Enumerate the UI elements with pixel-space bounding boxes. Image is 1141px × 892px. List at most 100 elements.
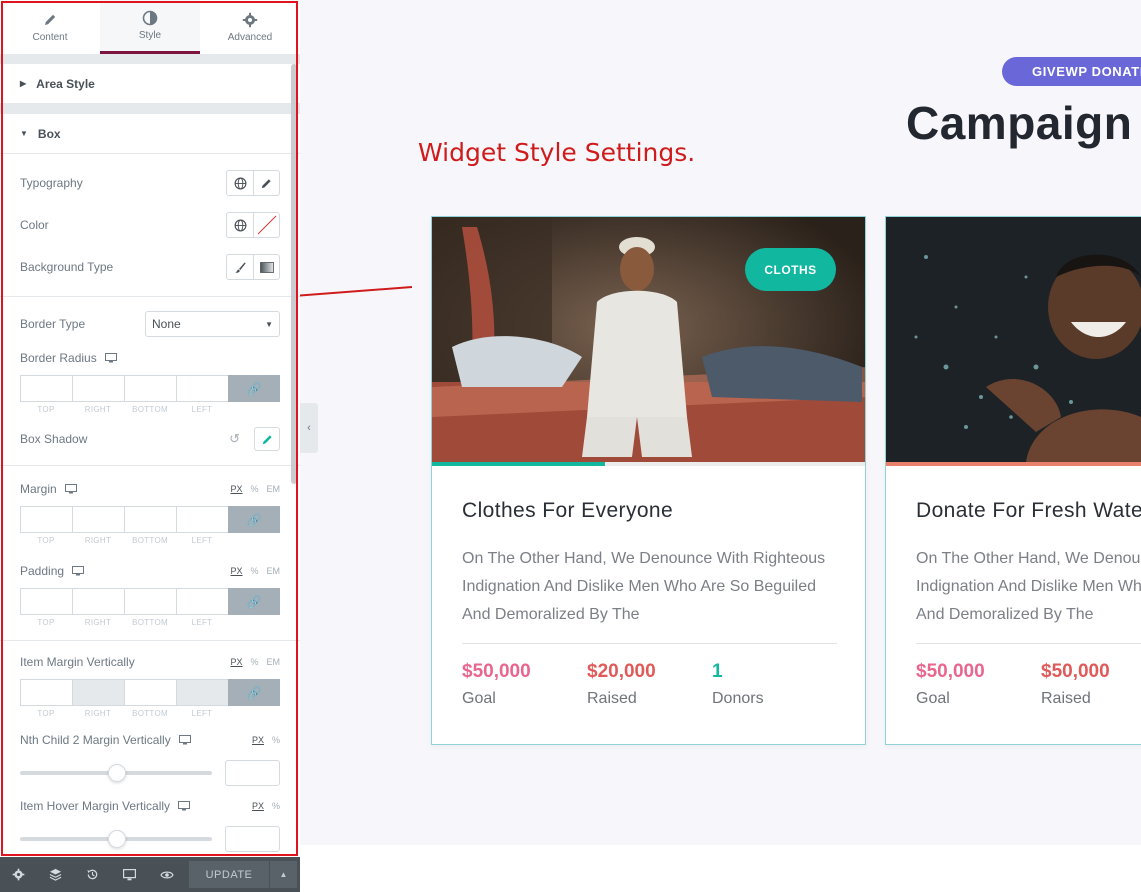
unit-px[interactable]: PX	[230, 484, 242, 494]
desktop-icon[interactable]	[72, 566, 85, 576]
unit-px[interactable]: PX	[252, 801, 264, 811]
item-margin-inputs: 🔗	[20, 679, 280, 706]
unit-percent[interactable]: %	[272, 801, 280, 811]
item-margin-top[interactable]	[20, 679, 72, 706]
slider-handle[interactable]	[108, 764, 126, 782]
unit-px[interactable]: PX	[252, 735, 264, 745]
desc-line: Indignation And Dislike Men Who Are So B…	[916, 578, 1141, 595]
item-margin-right	[72, 679, 124, 706]
nth-child-slider[interactable]	[20, 764, 212, 782]
dim-label-left: LEFT	[191, 405, 213, 414]
background-type-control: Background Type	[0, 246, 300, 288]
panel-scroll-area[interactable]: ▶ Area Style ▼ Box Typography Color Back…	[0, 64, 300, 857]
globe-icon[interactable]	[227, 171, 253, 195]
globe-icon[interactable]	[227, 213, 253, 237]
border-type-select[interactable]: None ▼	[145, 311, 280, 337]
unit-px[interactable]: PX	[230, 566, 242, 576]
padding-left[interactable]	[176, 588, 228, 615]
campaign-card[interactable]: CLOTHS Clothes For Everyone On The Other…	[431, 216, 866, 745]
nth-child-number-input[interactable]	[225, 760, 280, 786]
margin-units: PX % EM	[230, 484, 280, 494]
section-area-style-label: Area Style	[36, 76, 95, 91]
border-radius-bottom[interactable]	[124, 375, 176, 402]
unit-em[interactable]: EM	[267, 566, 281, 576]
item-hover-title: Item Hover Margin Vertically PX %	[0, 793, 300, 819]
item-margin-units: PX % EM	[230, 657, 280, 667]
caret-up-icon[interactable]: ▲	[269, 861, 297, 888]
campaign-progress-bar	[432, 462, 865, 466]
link-icon[interactable]: 🔗	[228, 506, 280, 533]
section-area-style[interactable]: ▶ Area Style	[0, 64, 300, 104]
campaign-title[interactable]: Donate For Fresh Water	[916, 499, 1141, 523]
desktop-icon[interactable]	[178, 735, 191, 745]
unit-percent[interactable]: %	[250, 566, 258, 576]
brush-icon[interactable]	[227, 255, 253, 279]
layers-icon[interactable]	[37, 857, 74, 892]
box-shadow-label: Box Shadow	[20, 432, 88, 446]
border-radius-top[interactable]	[20, 375, 72, 402]
panel-scrollbar[interactable]	[291, 64, 297, 484]
campaign-description: On The Other Hand, We Denounce With Righ…	[462, 545, 842, 629]
collapse-panel-chevron-icon[interactable]: ‹	[300, 403, 318, 453]
unit-em[interactable]: EM	[267, 484, 281, 494]
desktop-icon[interactable]	[178, 801, 191, 811]
padding-right[interactable]	[72, 588, 124, 615]
link-icon[interactable]: 🔗	[228, 588, 280, 615]
stat-label: Raised	[587, 690, 637, 707]
link-icon[interactable]: 🔗	[228, 679, 280, 706]
divider	[0, 465, 300, 466]
divider	[0, 640, 300, 641]
item-margin-left	[176, 679, 228, 706]
tab-advanced[interactable]: Advanced	[200, 0, 300, 54]
unit-em[interactable]: EM	[267, 657, 281, 667]
box-shadow-control: Box Shadow ↺	[0, 419, 300, 459]
desktop-icon[interactable]	[104, 353, 117, 363]
responsive-desktop-icon[interactable]	[111, 857, 148, 892]
link-icon[interactable]: 🔗	[228, 375, 280, 402]
gradient-icon[interactable]	[253, 255, 279, 279]
history-icon[interactable]	[74, 857, 111, 892]
item-margin-bottom[interactable]	[124, 679, 176, 706]
margin-right[interactable]	[72, 506, 124, 533]
border-type-value: None	[152, 317, 181, 331]
preview-eye-icon[interactable]	[148, 857, 185, 892]
campaign-card[interactable]: Donate For Fresh Water On The Other Hand…	[885, 216, 1141, 745]
item-hover-number-input[interactable]	[225, 826, 280, 852]
padding-top[interactable]	[20, 588, 72, 615]
color-buttons	[226, 212, 280, 238]
page-heading: Campaign	[906, 97, 1133, 149]
unit-px[interactable]: PX	[230, 657, 242, 667]
color-picker-swatch[interactable]	[253, 213, 279, 237]
progress-fill	[432, 462, 606, 466]
tab-style[interactable]: Style	[100, 0, 200, 54]
border-radius-left[interactable]	[176, 375, 228, 402]
update-button[interactable]: UPDATE	[189, 861, 269, 888]
unit-percent[interactable]: %	[250, 484, 258, 494]
reset-icon[interactable]: ↺	[229, 431, 240, 447]
settings-gear-icon[interactable]	[0, 857, 37, 892]
stat-label: Donors	[712, 690, 764, 707]
campaign-title[interactable]: Clothes For Everyone	[462, 499, 673, 523]
edit-pencil-icon[interactable]	[253, 171, 279, 195]
typography-label: Typography	[20, 176, 83, 190]
slider-handle[interactable]	[108, 830, 126, 848]
unit-percent[interactable]: %	[250, 657, 258, 667]
margin-top[interactable]	[20, 506, 72, 533]
tab-content[interactable]: Content	[0, 0, 100, 54]
padding-label: Padding	[20, 564, 65, 578]
campaign-image	[886, 217, 1141, 462]
edit-pencil-icon[interactable]	[254, 427, 280, 451]
border-type-label: Border Type	[20, 317, 86, 331]
margin-title: Margin PX % EM	[0, 476, 300, 502]
desktop-icon[interactable]	[64, 484, 77, 494]
dim-label-top: TOP	[37, 709, 55, 718]
item-hover-slider[interactable]	[20, 830, 212, 848]
padding-bottom[interactable]	[124, 588, 176, 615]
margin-bottom[interactable]	[124, 506, 176, 533]
category-tag[interactable]: CLOTHS	[745, 248, 836, 291]
border-radius-right[interactable]	[72, 375, 124, 402]
desc-line: On The Other Hand, We Denounce With Righ…	[916, 550, 1141, 567]
section-box[interactable]: ▼ Box	[0, 114, 300, 154]
unit-percent[interactable]: %	[272, 735, 280, 745]
margin-left[interactable]	[176, 506, 228, 533]
